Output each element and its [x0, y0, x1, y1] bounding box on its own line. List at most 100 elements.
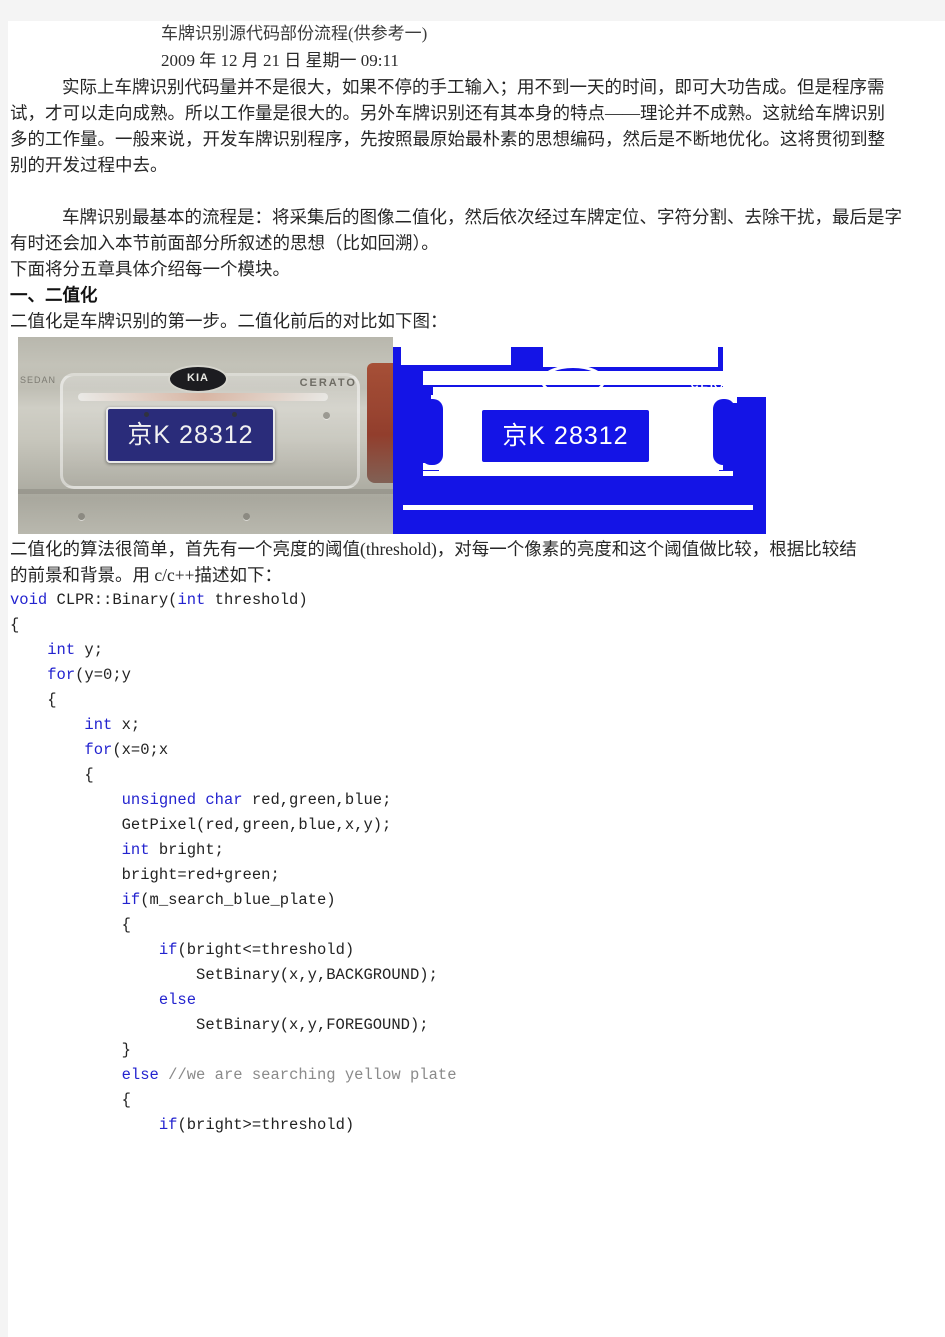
code-comment: //we are searching yellow plate [168, 1066, 457, 1084]
code-keyword: void [10, 591, 57, 609]
code-keyword: for [84, 741, 113, 759]
code-text: SetBinary(x,y,FOREGOUND); [10, 1016, 429, 1034]
code-text: y; [75, 641, 104, 659]
trunk-reflection [78, 393, 328, 401]
code-text: { [10, 691, 57, 709]
lock-bolt [323, 412, 330, 419]
code-text: (m_search_blue_plate) [140, 891, 336, 909]
code-keyword: else [158, 991, 197, 1009]
code-keyword: for [47, 666, 76, 684]
code-line: if(bright<=threshold) [10, 938, 945, 963]
code-line: { [10, 1088, 945, 1113]
paragraph-after-figure-1: 二值化的算法很简单，首先有一个亮度的阈值(threshold)，对每一个像素的亮… [10, 539, 857, 559]
code-line: { [10, 913, 945, 938]
page-title: 车牌识别源代码部份流程(供参考一) [161, 24, 428, 43]
figure-original-photo: SEDAN KIA CERATO 京K 28312 [18, 337, 393, 534]
license-plate-number: 京K 28312 [127, 420, 254, 449]
code-line: int y; [10, 638, 945, 663]
code-line: { [10, 613, 945, 638]
paragraph-6: 有时还会加入本节前面部分所叙述的思想（比如回溯）。 [10, 233, 439, 253]
section-heading: 一、二值化 [10, 285, 98, 305]
license-plate: 京K 28312 [479, 407, 652, 465]
code-keyword: int [177, 591, 206, 609]
code-line: else [10, 988, 945, 1013]
plate-screw [232, 412, 237, 417]
code-line: } [10, 1038, 945, 1063]
figure-comparison: SEDAN KIA CERATO 京K 28312 KIA CERATO 京K … [18, 337, 766, 534]
trim-badge-text: SEDAN [20, 375, 57, 385]
bumper-bolt [78, 513, 85, 520]
code-line: bright=red+green; [10, 863, 945, 888]
code-text: { [10, 616, 20, 634]
code-keyword: if [121, 891, 141, 909]
license-plate-number: 京K 28312 [502, 421, 629, 450]
code-line: GetPixel(red,green,blue,x,y); [10, 813, 945, 838]
cerato-badge-text: CERATO [299, 377, 357, 389]
code-text: { [10, 916, 131, 934]
code-text: SetBinary(x,y,BACKGROUND); [10, 966, 438, 984]
code-line: { [10, 763, 945, 788]
paragraph-3: 多的工作量。一般来说，开发车牌识别程序，先按照最原始最朴素的思想编码，然后是不断… [10, 129, 885, 149]
code-line: void CLPR::Binary(int threshold) [10, 588, 945, 613]
code-text: x; [112, 716, 141, 734]
document-page: 车牌识别源代码部份流程(供参考一) 2009 年 12 月 21 日 星期一 0… [8, 21, 945, 1337]
paragraph-after-figure-2: 的前景和背景。用 c/c++描述如下： [10, 565, 283, 585]
license-plate: 京K 28312 [106, 407, 275, 463]
code-line: for(y=0;y [10, 663, 945, 688]
kia-badge: KIA [168, 365, 228, 393]
code-text: (y=0;y [75, 666, 131, 684]
paragraph-2: 试，才可以走向成熟。所以工作量是很大的。另外车牌识别还有其本身的特点——理论并不… [10, 103, 885, 123]
code-keyword: if [158, 1116, 178, 1134]
paragraph-7: 下面将分五章具体介绍每一个模块。 [10, 259, 290, 279]
taillight [367, 363, 393, 483]
code-text: (bright<=threshold) [177, 941, 355, 959]
paragraph-1: 实际上车牌识别代码量并不是很大，如果不停的手工输入；用不到一天的时间，即可大功告… [62, 77, 885, 97]
code-line: else //we are searching yellow plate [10, 1063, 945, 1088]
code-text: CLPR::Binary( [56, 591, 178, 609]
code-text: GetPixel(red,green,blue,x,y); [10, 816, 392, 834]
binarized-image: KIA CERATO 京K 28312 [393, 337, 766, 534]
figure-binarized-photo: KIA CERATO 京K 28312 [393, 337, 766, 534]
paragraph-spacer [10, 178, 945, 204]
code-line: int bright; [10, 838, 945, 863]
code-keyword: int [84, 716, 113, 734]
bumper-seam [18, 489, 393, 494]
code-keyword: if [158, 941, 178, 959]
plate-screw [144, 412, 149, 417]
code-text: threshold) [205, 591, 308, 609]
code-keyword: unsigned char [121, 791, 243, 809]
code-text: bright; [149, 841, 224, 859]
code-text: (x=0;x [112, 741, 169, 759]
code-keyword: int [121, 841, 150, 859]
code-text: { [10, 766, 94, 784]
code-keyword: else [121, 1066, 159, 1084]
kia-badge: KIA [541, 365, 605, 397]
document-content: 车牌识别源代码部份流程(供参考一) 2009 年 12 月 21 日 星期一 0… [10, 21, 945, 1138]
paragraph-4: 别的开发过程中去。 [10, 155, 168, 175]
car-rear-photo: SEDAN KIA CERATO 京K 28312 [18, 337, 393, 534]
code-line: { [10, 688, 945, 713]
code-line: SetBinary(x,y,BACKGROUND); [10, 963, 945, 988]
code-keyword: int [47, 641, 76, 659]
code-block: void CLPR::Binary(int threshold){ int y;… [10, 588, 945, 1138]
code-line: unsigned char red,green,blue; [10, 788, 945, 813]
code-line: SetBinary(x,y,FOREGOUND); [10, 1013, 945, 1038]
section-intro: 二值化是车牌识别的第一步。二值化前后的对比如下图： [10, 311, 448, 331]
code-line: if(m_search_blue_plate) [10, 888, 945, 913]
bumper-bolt [243, 513, 250, 520]
code-text: { [10, 1091, 131, 1109]
cerato-badge-text: CERATO [690, 379, 748, 391]
code-text: red,green,blue; [242, 791, 392, 809]
